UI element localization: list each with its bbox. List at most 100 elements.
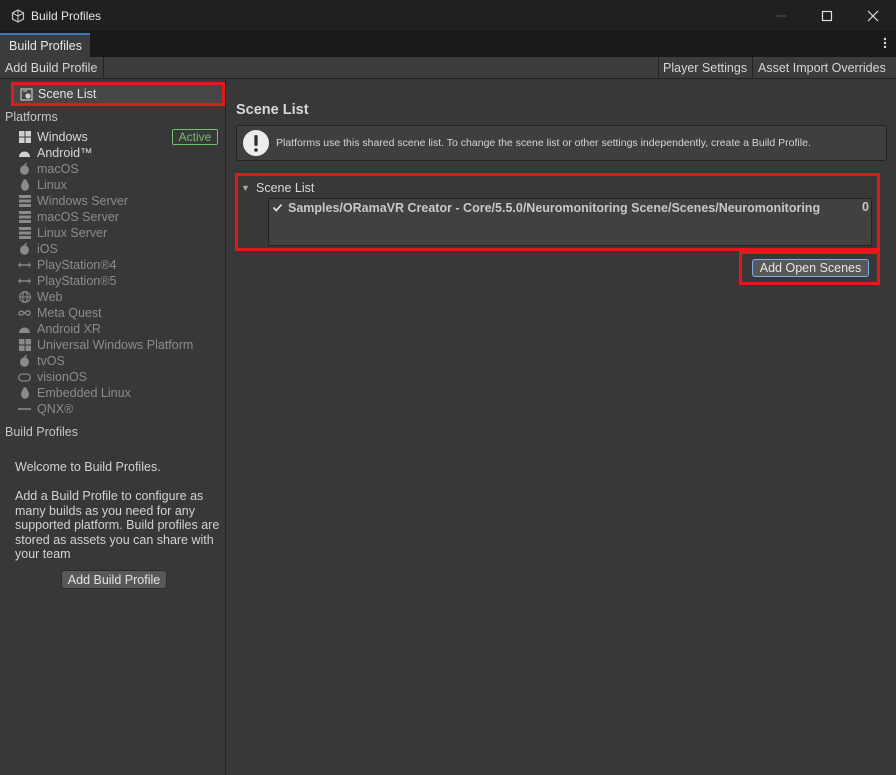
android-icon	[18, 147, 31, 160]
help-message: Platforms use this shared scene list. To…	[276, 137, 811, 149]
platform-label: Embedded Linux	[37, 386, 131, 400]
sidebar-item-label: Scene List	[38, 87, 97, 101]
sidebar-item-meta-quest[interactable]: Meta Quest	[18, 305, 102, 321]
sidebar-item-scene-list[interactable]: Scene List	[11, 82, 225, 106]
window-title: Build Profiles	[31, 8, 102, 23]
minimize-icon	[776, 15, 786, 16]
close-icon	[867, 10, 879, 21]
platform-label: Linux Server	[37, 226, 108, 240]
tab-bar: Build Profiles	[0, 31, 896, 57]
sidebar-item-uwp[interactable]: Universal Windows Platform	[18, 337, 193, 353]
platform-label: Windows Server	[37, 194, 128, 208]
add-open-scenes-button[interactable]: Add Open Scenes	[752, 259, 869, 277]
window-titlebar: Build Profiles	[0, 0, 896, 31]
sidebar-item-playstation5[interactable]: PlayStation®5	[18, 273, 116, 289]
android-icon	[18, 323, 31, 336]
close-button[interactable]	[850, 0, 896, 31]
platform-label: PlayStation®4	[37, 258, 117, 272]
page-title: Scene List	[236, 102, 309, 118]
scene-index: 0	[862, 200, 869, 214]
tab-build-profiles[interactable]: Build Profiles	[0, 33, 90, 57]
checkmark-icon	[272, 203, 283, 212]
vision-icon	[18, 371, 31, 384]
server-icon	[18, 195, 31, 208]
server-icon	[18, 211, 31, 224]
sidebar-item-embedded-linux[interactable]: Embedded Linux	[18, 385, 131, 401]
welcome-body: Add a Build Profile to configure as many…	[15, 489, 220, 562]
sidebar-item-visionos[interactable]: visionOS	[18, 369, 87, 385]
info-helpbox: Platforms use this shared scene list. To…	[236, 125, 887, 161]
platform-label: Web	[37, 290, 63, 304]
sidebar-item-linux-server[interactable]: Linux Server	[18, 225, 107, 241]
embedded-linux-icon	[18, 387, 31, 400]
toolbar-divider	[103, 57, 104, 78]
sidebar: Scene List Platforms Windows Active Andr…	[0, 79, 226, 775]
meta-icon	[18, 307, 31, 320]
platform-label: PlayStation®5	[37, 274, 117, 288]
unity-icon	[11, 8, 25, 23]
globe-icon	[18, 291, 31, 304]
toolbar-divider	[752, 57, 753, 78]
scene-list-foldout[interactable]: ▼ Scene List	[241, 181, 314, 195]
sidebar-item-playstation4[interactable]: PlayStation®4	[18, 257, 116, 273]
sidebar-item-linux[interactable]: Linux	[18, 177, 67, 193]
windows-icon	[18, 131, 31, 144]
platform-label: Linux	[37, 178, 67, 192]
platform-label: macOS Server	[37, 210, 119, 224]
scene-path: Samples/ORamaVR Creator - Core/5.5.0/Neu…	[288, 200, 821, 215]
sidebar-item-tvos[interactable]: tvOS	[18, 353, 65, 369]
platform-label: visionOS	[37, 370, 88, 384]
scene-list-icon	[20, 87, 33, 101]
window-controls	[758, 0, 896, 31]
platform-label: tvOS	[37, 354, 65, 368]
platform-label: Android XR	[37, 322, 101, 336]
qnx-icon	[18, 403, 31, 416]
platform-label: Android™	[37, 146, 93, 160]
sidebar-item-windows-server[interactable]: Windows Server	[18, 193, 128, 209]
platform-label: Meta Quest	[37, 306, 102, 320]
build-profiles-heading: Build Profiles	[5, 425, 78, 439]
list-item[interactable]: Samples/ORamaVR Creator - Core/5.5.0/Neu…	[269, 199, 871, 216]
sidebar-item-windows[interactable]: Windows	[18, 129, 88, 145]
asset-import-overrides-button[interactable]: Asset Import Overrides	[758, 57, 886, 78]
scene-list-foldout-label: Scene List	[256, 181, 315, 195]
apple-icon	[18, 355, 31, 368]
platform-label: Universal Windows Platform	[37, 338, 194, 352]
platform-label: Windows	[37, 130, 88, 144]
warning-icon	[243, 130, 269, 156]
toolbar: Add Build Profile Player Settings Asset …	[0, 57, 896, 79]
add-build-profile-button[interactable]: Add Build Profile	[61, 570, 167, 589]
scene-checkbox[interactable]	[271, 201, 284, 214]
maximize-icon	[821, 10, 833, 21]
sidebar-item-android[interactable]: Android™	[18, 145, 93, 161]
minimize-button[interactable]	[758, 0, 804, 31]
sidebar-item-android-xr[interactable]: Android XR	[18, 321, 101, 337]
apple-icon	[18, 243, 31, 256]
toolbar-divider	[658, 57, 659, 78]
maximize-button[interactable]	[804, 0, 850, 31]
foldout-triangle-icon: ▼	[241, 183, 250, 193]
ps5-icon	[18, 275, 31, 288]
platforms-heading: Platforms	[5, 110, 58, 124]
sidebar-item-web[interactable]: Web	[18, 289, 62, 305]
sidebar-item-macos[interactable]: macOS	[18, 161, 79, 177]
server-icon	[18, 227, 31, 240]
apple-icon	[18, 163, 31, 176]
add-build-profile-toolbar-button[interactable]: Add Build Profile	[5, 57, 97, 78]
main-panel: Scene List Platforms use this shared sce…	[227, 79, 896, 775]
welcome-title: Welcome to Build Profiles.	[15, 460, 161, 474]
sidebar-item-macos-server[interactable]: macOS Server	[18, 209, 119, 225]
add-open-scenes-highlight: Add Open Scenes	[739, 251, 880, 285]
platform-label: macOS	[37, 162, 79, 176]
windows-icon	[18, 339, 31, 352]
scene-list-highlight: ▼ Scene List Samples/ORamaVR Creator - C…	[235, 173, 880, 251]
linux-icon	[18, 179, 31, 192]
scene-list: Samples/ORamaVR Creator - Core/5.5.0/Neu…	[268, 198, 872, 246]
more-options-icon[interactable]	[883, 36, 887, 50]
sidebar-item-ios[interactable]: iOS	[18, 241, 58, 257]
platform-label: QNX®	[37, 402, 74, 416]
sidebar-item-qnx[interactable]: QNX®	[18, 401, 73, 417]
ps4-icon	[18, 259, 31, 272]
player-settings-button[interactable]: Player Settings	[663, 57, 747, 78]
platform-label: iOS	[37, 242, 58, 256]
